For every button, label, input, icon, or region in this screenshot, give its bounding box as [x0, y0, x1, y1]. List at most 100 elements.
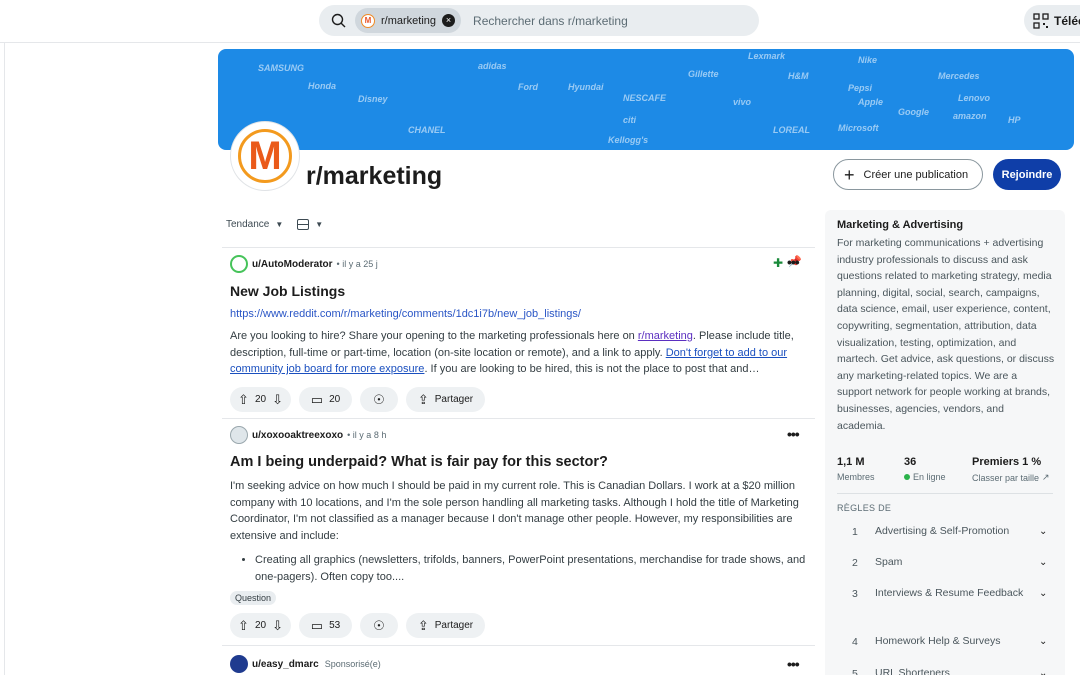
post-card[interactable]: u/xoxooaktreexoxo • il y a 8 h Am I bein…: [230, 426, 810, 606]
rule-item[interactable]: 5 URL Shorteners ⌄: [837, 666, 1053, 675]
join-button[interactable]: Rejoindre: [993, 159, 1061, 190]
chevron-down-icon[interactable]: ▼: [315, 220, 323, 229]
community-name: r/marketing: [306, 162, 443, 190]
post-divider: [222, 247, 815, 248]
post-author[interactable]: u/easy_dmarc: [252, 659, 319, 670]
post-card[interactable]: u/AutoModerator • il y a 25 j New Job Li…: [230, 255, 810, 378]
sort-bar: Tendance ▼ ▼: [226, 219, 323, 230]
rule-item[interactable]: 2 Spam ⌄: [837, 555, 1053, 570]
more-options-icon[interactable]: •••: [787, 426, 800, 442]
chevron-down-icon[interactable]: ⌄: [1039, 636, 1053, 647]
rule-item[interactable]: 4 Homework Help & Surveys ⌄: [837, 634, 1053, 649]
subreddit-search-chip[interactable]: M r/marketing ×: [355, 8, 462, 33]
share-button[interactable]: ⇪ Partager: [406, 613, 485, 638]
rule-text: Interviews & Resume Feedback: [875, 587, 1024, 599]
top-bar: M r/marketing × Rechercher dans r/market…: [0, 0, 1080, 43]
comment-count: 53: [329, 620, 341, 631]
share-icon: ⇪: [417, 392, 429, 407]
banner-brand: Apple: [858, 97, 884, 107]
comments-button[interactable]: ▭ 53: [299, 613, 352, 638]
banner-brand: Disney: [358, 94, 388, 104]
post-card[interactable]: u/easy_dmarc Sponsorisé(e): [230, 655, 810, 673]
body-text: Are you looking to hire? Share your open…: [230, 330, 638, 342]
post-url-link[interactable]: https://www.reddit.com/r/marketing/comme…: [230, 308, 810, 320]
banner-brand: citi: [623, 115, 637, 125]
sort-dropdown[interactable]: Tendance: [226, 219, 269, 230]
create-post-button[interactable]: + Créer une publication: [833, 159, 983, 190]
upvote-icon[interactable]: ⇧: [238, 619, 249, 632]
subreddit-link[interactable]: r/marketing: [638, 330, 693, 342]
members-stat: 1,1 M Membres: [837, 456, 904, 483]
downvote-icon[interactable]: ⇩: [272, 619, 283, 632]
chevron-down-icon[interactable]: ⌄: [1039, 526, 1053, 537]
sidebar-separator: [837, 493, 1053, 494]
post-author[interactable]: u/xoxooaktreexoxo: [252, 430, 343, 441]
banner-brand: Ford: [518, 82, 538, 92]
banner-brand: Lenovo: [958, 93, 991, 103]
community-stats: 1,1 M Membres 36 En ligne Premiers 1 % C…: [837, 456, 1057, 483]
rule-number: 3: [852, 587, 858, 600]
post-meta: u/AutoModerator • il y a 25 j: [230, 255, 810, 273]
online-status: En ligne: [904, 472, 972, 482]
more-options-icon[interactable]: •••: [787, 656, 800, 672]
rule-number: 1: [852, 525, 858, 538]
post-time: • il y a 25 j: [336, 259, 378, 269]
share-button[interactable]: ⇪ Partager: [406, 387, 485, 412]
post-title[interactable]: Am I being underpaid? What is fair pay f…: [230, 454, 810, 470]
post-flair[interactable]: Question: [230, 591, 277, 605]
user-avatar[interactable]: [230, 426, 248, 444]
more-options-icon[interactable]: •••: [787, 254, 800, 270]
comments-button[interactable]: ▭ 20: [299, 387, 352, 412]
community-avatar: M: [231, 122, 299, 190]
search-bar[interactable]: M r/marketing × Rechercher dans r/market…: [319, 5, 759, 36]
search-icon: [331, 13, 346, 27]
post-author[interactable]: u/AutoModerator: [252, 259, 333, 270]
online-label: En ligne: [913, 472, 946, 482]
post-time: • il y a 8 h: [347, 430, 387, 440]
rule-item[interactable]: 1 Advertising & Self-Promotion ⌄: [837, 524, 1053, 539]
banner-brand: vivo: [733, 97, 752, 107]
banner-brand: HP: [1008, 115, 1021, 125]
banner-brand: adidas: [478, 61, 507, 71]
award-button[interactable]: ☉: [360, 387, 398, 412]
comment-count: 20: [329, 394, 341, 405]
award-button[interactable]: ☉: [360, 613, 398, 638]
left-nav-border: [4, 43, 5, 675]
banner-brand: Kellogg's: [608, 135, 649, 145]
rank-label: Classer par taille: [972, 472, 1040, 483]
chevron-down-icon[interactable]: ⌄: [1039, 668, 1053, 675]
user-avatar[interactable]: [230, 255, 248, 273]
banner-brand: Honda: [308, 81, 336, 91]
banner-brand: NESCAFE: [623, 93, 667, 103]
rule-number: 4: [852, 635, 858, 648]
rule-item[interactable]: 3 Interviews & Resume Feedback ⌄: [837, 586, 1053, 601]
rule-text: Advertising & Self-Promotion: [875, 525, 1010, 537]
vote-count: 20: [254, 394, 267, 405]
avatar-letter: M: [248, 134, 282, 178]
sponsored-label: Sponsorisé(e): [324, 659, 381, 669]
chevron-down-icon[interactable]: ▼: [275, 220, 283, 229]
post-meta: u/xoxooaktreexoxo • il y a 8 h: [230, 426, 810, 444]
create-post-label: Créer une publication: [863, 168, 969, 181]
vote-control[interactable]: ⇧ 20 ⇩: [230, 387, 291, 412]
comment-icon: ▭: [310, 392, 324, 407]
rank-label-row[interactable]: Classer par taille ↗: [972, 472, 1050, 483]
upvote-icon[interactable]: ⇧: [238, 393, 249, 406]
clear-chip-icon[interactable]: ×: [442, 14, 456, 27]
view-mode-icon[interactable]: [297, 219, 310, 230]
vote-count: 20: [254, 620, 267, 631]
download-app-button[interactable]: Téléc: [1024, 5, 1080, 36]
vote-control[interactable]: ⇧ 20 ⇩: [230, 613, 291, 638]
banner-brand: Hyundai: [568, 82, 604, 92]
user-avatar[interactable]: [230, 655, 248, 673]
members-label: Membres: [837, 472, 875, 482]
downvote-icon[interactable]: ⇩: [272, 393, 283, 406]
rank-stat[interactable]: Premiers 1 % Classer par taille ↗: [972, 456, 1050, 483]
plus-icon: +: [844, 164, 855, 185]
search-input[interactable]: Rechercher dans r/marketing: [473, 14, 628, 28]
chevron-down-icon[interactable]: ⌄: [1039, 557, 1053, 568]
banner-brand: SAMSUNG: [258, 63, 305, 73]
body-text: . If you are looking to be hired, this i…: [424, 363, 760, 375]
post-title[interactable]: New Job Listings: [230, 283, 810, 299]
chevron-down-icon[interactable]: ⌄: [1039, 588, 1053, 599]
